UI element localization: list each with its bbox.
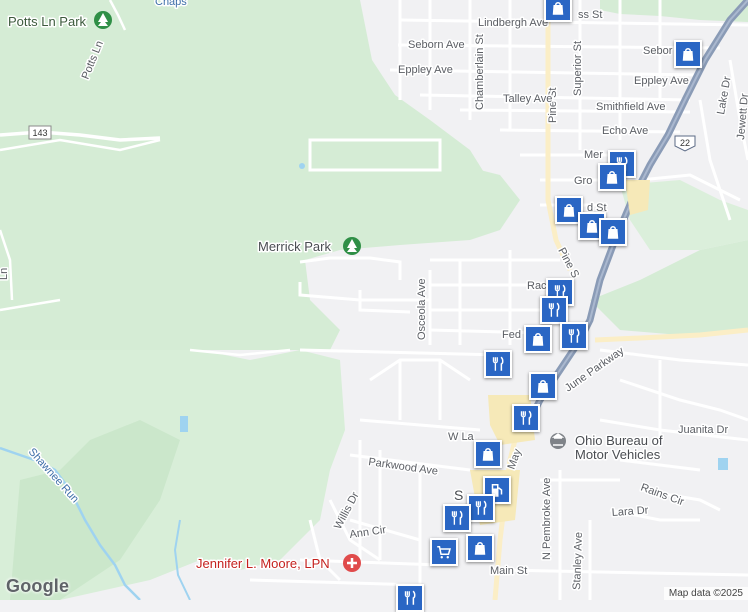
talley-ave-label: Talley Ave [503,93,552,105]
seborn-ave-label: Seborn Ave [408,39,465,51]
restaurant-marker[interactable] [443,504,471,532]
shopping-icon [537,380,549,393]
shopping-marker[interactable] [544,0,572,22]
restaurant-icon [404,590,416,605]
fed-road-label: Fed [502,329,521,341]
shopping-icon [563,204,575,217]
map-canvas[interactable]: 143 22 Potts Ln Park Merrick Park Ohio B… [0,0,748,600]
shopping-icon [552,2,564,15]
smithfield-ave-label: Smithfield Ave [596,101,666,113]
shopping-marker[interactable] [474,440,502,468]
svg-text:143: 143 [32,128,47,138]
chaps-label: Chaps [155,0,187,8]
restaurant-icon [568,328,580,343]
pond [180,416,188,432]
w-la-road-label: W La [448,431,475,443]
echo-ave-label: Echo Ave [602,125,648,137]
restaurant-icon [492,356,504,371]
grocery-icon [437,546,451,559]
shopping-marker[interactable] [466,534,494,562]
ss-st-label: ss St [578,9,602,21]
shopping-icon [532,333,544,346]
route-143-shield: 143 [28,125,52,140]
ohio-bmv-label-line1: Ohio Bureau of [575,433,663,448]
shopping-marker[interactable] [599,218,627,246]
shopping-marker[interactable] [529,372,557,400]
restaurant-marker[interactable] [540,296,568,324]
shopping-icon [682,48,694,61]
gro-road-label: Gro [574,175,592,187]
seborn-ave-east-label: Sebor [643,45,673,57]
shopping-marker[interactable] [598,163,626,191]
superior-st-label: Superior St [572,41,584,96]
shopping-icon [482,448,494,461]
town-label: S [454,487,463,503]
restaurant-marker[interactable] [512,404,540,432]
restaurant-icon [475,500,487,515]
osceola-ave-label: Osceola Ave [416,278,428,340]
shopping-icon [606,171,618,184]
eppley-ave-label: Eppley Ave [398,64,453,76]
ln-road-label: Ln [0,268,10,280]
park-tree-icon [94,11,112,29]
restaurant-icon [548,302,560,317]
restaurant-marker[interactable] [560,322,588,350]
medical-icon [343,554,361,572]
shopping-icon [474,542,486,555]
potts-ln-park-label: Potts Ln Park [8,14,87,29]
shopping-icon [607,226,619,239]
mer-road-label: Mer [584,149,603,161]
merrick-park-label: Merrick Park [258,239,331,254]
restaurant-marker[interactable] [396,584,424,612]
restaurant-icon [520,410,532,425]
chamberlain-st-label: Chamberlain St [474,34,486,110]
juanita-dr-label: Juanita Dr [678,424,728,436]
stanley-ave-label: Stanley Ave [571,532,585,590]
pond-east [718,458,728,470]
pond-small [299,163,305,169]
grocery-marker[interactable] [430,538,458,566]
main-st-label: Main St [490,565,527,577]
rac-road-label: Rac [527,280,547,292]
eppley-ave-east-label: Eppley Ave [634,75,689,87]
shopping-marker[interactable] [524,325,552,353]
svg-text:22: 22 [680,138,690,148]
lindbergh-ave-label: Lindbergh Ave [478,17,548,29]
jennifer-moore-label: Jennifer L. Moore, LPN [196,556,330,571]
map-attribution[interactable]: Map data ©2025 [663,587,748,600]
google-logo: Google [6,576,70,596]
restaurant-marker[interactable] [484,350,512,378]
merrick-park-tree-icon [343,237,361,255]
restaurant-icon [451,510,463,525]
n-pembroke-ave-label: N Pembroke Ave [541,478,553,560]
government-building-icon [550,433,566,449]
restaurant-marker[interactable] [467,494,495,522]
ohio-bmv-label-line2: Motor Vehicles [575,447,661,462]
shopping-marker[interactable] [674,40,702,68]
